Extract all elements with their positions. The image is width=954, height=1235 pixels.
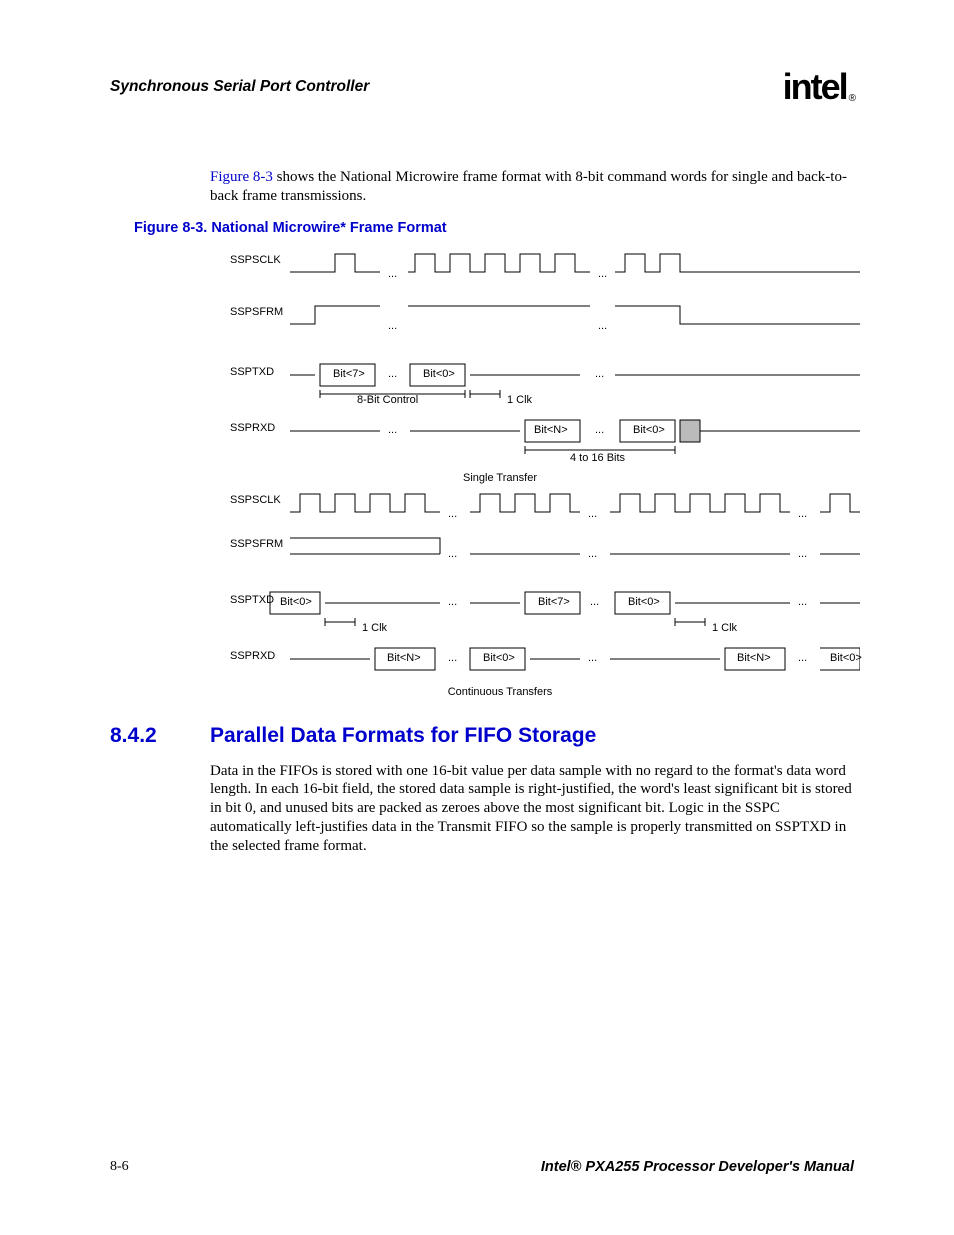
- ellipsis: ...: [448, 508, 457, 520]
- signal-row-ssptxd-2: SSPTXD Bit<0> ... Bit<7> ... Bit<0> ...: [140, 588, 860, 636]
- signal-row-ssprxd-2: SSPRXD Bit<N> ... Bit<0> ... Bit<N> ... …: [140, 644, 860, 678]
- ellipsis: ...: [388, 320, 397, 332]
- page-header: Synchronous Serial Port Controller intel…: [110, 78, 854, 120]
- ellipsis: ...: [798, 596, 807, 608]
- annotation-4to16: [140, 444, 860, 462]
- ellipsis: ...: [595, 424, 604, 436]
- page-number: 8-6: [110, 1159, 129, 1175]
- page: Synchronous Serial Port Controller intel…: [0, 0, 954, 1235]
- annotation-1clk-bars: [140, 616, 860, 636]
- intro-paragraph: Figure 8-3 shows the National Microwire …: [210, 168, 854, 206]
- section-number: 8.4.2: [110, 724, 210, 748]
- section-heading: 8.4.2 Parallel Data Formats for FIFO Sto…: [110, 724, 854, 748]
- ellipsis: ...: [448, 596, 457, 608]
- chapter-title: Synchronous Serial Port Controller: [110, 78, 369, 96]
- signal-row-sspsclk-2: SSPSCLK ... ... ...: [140, 488, 860, 522]
- figure-caption: Figure 8-3. National Microwire* Frame Fo…: [134, 220, 854, 236]
- bit-label: Bit<7>: [538, 596, 570, 608]
- ellipsis: ...: [388, 424, 397, 436]
- annotation-label: 8-Bit Control: [357, 394, 418, 406]
- ellipsis: ...: [595, 368, 604, 380]
- ellipsis: ...: [590, 596, 599, 608]
- ellipsis: ...: [798, 548, 807, 560]
- intel-logo: intel®: [783, 66, 854, 108]
- ellipsis: ...: [448, 548, 457, 560]
- ellipsis: ...: [588, 508, 597, 520]
- waveform-ssptxd-1: [140, 360, 860, 390]
- bit-label: Bit<N>: [387, 652, 421, 664]
- signal-row-ssprxd-1: SSPRXD ... Bit<N> ... Bit<0> 4 to 16: [140, 416, 860, 466]
- ellipsis: ...: [798, 652, 807, 664]
- waveform-sspsfrm-1: [140, 300, 860, 330]
- signal-row-sspsclk-1: SSPSCLK ... ...: [140, 248, 860, 282]
- signal-row-ssptxd-1: SSPTXD Bit<7> ... Bit<0> ... 8-Bit C: [140, 360, 860, 404]
- manual-title: Intel® PXA255 Processor Developer's Manu…: [541, 1159, 854, 1175]
- annotation-label: 1 Clk: [507, 394, 532, 406]
- signal-row-sspsfrm-2: SSPSFRM ... ... ...: [140, 532, 860, 566]
- timing-diagram: SSPSCLK ... ... SSPSFRM ... ... SSPTXD: [140, 248, 860, 698]
- signal-row-sspsfrm-1: SSPSFRM ... ...: [140, 300, 860, 334]
- bit-label: Bit<N>: [737, 652, 771, 664]
- waveform-sspsfrm-2: [140, 532, 860, 560]
- waveform-sspsclk-1: [140, 248, 860, 278]
- ellipsis: ...: [798, 508, 807, 520]
- ellipsis: ...: [388, 268, 397, 280]
- annotation-label: 4 to 16 Bits: [570, 452, 625, 464]
- bit-label: Bit<0>: [423, 368, 455, 380]
- annotation-8bit-control: [140, 388, 860, 410]
- waveform-ssptxd-2: [140, 588, 860, 618]
- ellipsis: ...: [598, 268, 607, 280]
- section-title: Parallel Data Formats for FIFO Storage: [210, 724, 596, 748]
- bit-label: Bit<N>: [534, 424, 568, 436]
- ellipsis: ...: [588, 652, 597, 664]
- bit-label: Bit<0>: [633, 424, 665, 436]
- registered-mark: ®: [849, 93, 856, 104]
- page-footer: 8-6 Intel® PXA255 Processor Developer's …: [110, 1159, 854, 1175]
- bit-label: Bit<0>: [483, 652, 515, 664]
- ellipsis: ...: [448, 652, 457, 664]
- continuous-transfers-label: Continuous Transfers: [140, 686, 860, 698]
- ellipsis: ...: [598, 320, 607, 332]
- figure-reference-link[interactable]: Figure 8-3: [210, 169, 273, 185]
- bit-label: Bit<0>: [280, 596, 312, 608]
- section-body: Data in the FIFOs is stored with one 16-…: [210, 762, 854, 856]
- single-transfer-label: Single Transfer: [140, 472, 860, 484]
- ellipsis: ...: [588, 548, 597, 560]
- annotation-label: 1 Clk: [712, 622, 737, 634]
- bit-label: Bit<7>: [333, 368, 365, 380]
- waveform-ssprxd-1: [140, 416, 860, 446]
- intro-text: shows the National Microwire frame forma…: [210, 169, 847, 204]
- ellipsis: ...: [388, 368, 397, 380]
- bit-label: Bit<0>: [830, 652, 862, 664]
- annotation-label: 1 Clk: [362, 622, 387, 634]
- waveform-sspsclk-2: [140, 488, 860, 518]
- bit-label: Bit<0>: [628, 596, 660, 608]
